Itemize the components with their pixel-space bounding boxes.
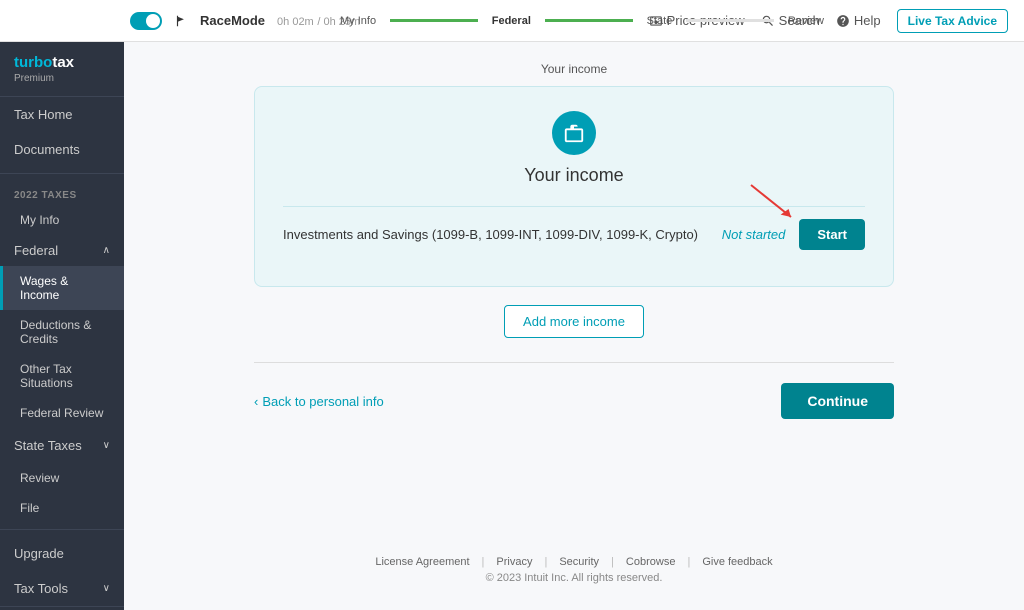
continue-button[interactable]: Continue: [781, 383, 894, 419]
back-chevron-icon: ‹: [254, 394, 258, 409]
race-mode-label: RaceMode: [200, 13, 265, 28]
logo-text: turbotax: [14, 54, 110, 71]
step-federal: Federal: [492, 15, 531, 27]
income-row-label: Investments and Savings (1099-B, 1099-IN…: [283, 227, 698, 242]
help-label: Help: [854, 13, 881, 28]
footer-link-license[interactable]: License Agreement: [375, 556, 469, 568]
not-started-label: Not started: [722, 227, 786, 242]
back-label: Back to personal info: [262, 394, 383, 409]
race-mode-toggle[interactable]: [130, 12, 162, 30]
state-taxes-chevron: ∨: [103, 440, 110, 451]
back-to-personal-info-link[interactable]: ‹ Back to personal info: [254, 394, 384, 409]
help-link[interactable]: Help: [836, 13, 881, 28]
red-arrow-annotation: [745, 181, 805, 221]
progress-nav: My Info Federal State Review: [340, 15, 824, 27]
sidebar-item-review[interactable]: Review: [0, 463, 124, 493]
income-row: Investments and Savings (1099-B, 1099-IN…: [283, 206, 865, 262]
footer-copyright: © 2023 Intuit Inc. All rights reserved.: [375, 572, 772, 584]
sidebar-item-tax-tools[interactable]: Tax Tools ∨: [0, 571, 124, 606]
sidebar-bottom: Intuit Account Cambiar a español Sign Ou…: [0, 606, 124, 610]
sidebar-logo: turbotax Premium: [0, 42, 124, 97]
sidebar-item-state-taxes[interactable]: State Taxes ∨: [0, 428, 124, 463]
step-state: State: [647, 15, 673, 27]
live-tax-advice-button[interactable]: Live Tax Advice: [897, 9, 1008, 33]
logo-sub: Premium: [14, 73, 110, 84]
race-mode-icon: [174, 14, 188, 28]
main-layout: turbotax Premium Tax Home Documents 2022…: [0, 42, 1024, 610]
sidebar: turbotax Premium Tax Home Documents 2022…: [0, 42, 124, 610]
sidebar-item-upgrade[interactable]: Upgrade: [0, 536, 124, 571]
start-button[interactable]: Start: [799, 219, 865, 250]
footer-link-security[interactable]: Security: [559, 556, 599, 568]
sidebar-item-file[interactable]: File: [0, 493, 124, 523]
sidebar-item-myinfo[interactable]: My Info: [0, 205, 124, 235]
footer-links: License Agreement | Privacy | Security |…: [375, 556, 772, 568]
income-card: Your income Investments and Savings (109…: [254, 86, 894, 287]
federal-chevron: ∧: [103, 245, 110, 256]
income-row-right: Not started Start: [722, 219, 865, 250]
step-myinfo: My Info: [340, 15, 376, 27]
sidebar-item-deductions[interactable]: Deductions & Credits: [0, 310, 124, 354]
income-card-title: Your income: [524, 165, 623, 186]
top-bar: RaceMode 0h 02m / 0h 25m My Info Federal…: [0, 0, 1024, 42]
sidebar-section-2022taxes: 2022 TAXES: [0, 180, 124, 205]
bottom-nav: ‹ Back to personal info Continue: [254, 383, 894, 419]
income-icon-circle: [552, 111, 596, 155]
step-review: Review: [788, 15, 824, 27]
race-mode-section: RaceMode 0h 02m / 0h 25m: [130, 12, 360, 30]
page-title-small: Your income: [541, 62, 607, 76]
sidebar-item-wages-income[interactable]: Wages & Income: [0, 266, 124, 310]
progress-line-1: [390, 19, 478, 22]
timer-value: 0h 02m: [277, 16, 314, 28]
footer-link-feedback[interactable]: Give feedback: [702, 556, 772, 568]
footer-link-privacy[interactable]: Privacy: [496, 556, 532, 568]
income-card-header: Your income: [283, 111, 865, 186]
add-more-income-button[interactable]: Add more income: [504, 305, 644, 338]
progress-line-2: [545, 19, 633, 22]
tax-tools-chevron: ∨: [103, 583, 110, 594]
footer-link-cobrowse[interactable]: Cobrowse: [626, 556, 676, 568]
sidebar-item-federal-review[interactable]: Federal Review: [0, 398, 124, 428]
sidebar-item-documents[interactable]: Documents: [0, 132, 124, 167]
sidebar-item-tax-home[interactable]: Tax Home: [0, 97, 124, 132]
sidebar-item-federal[interactable]: Federal ∧: [0, 235, 124, 266]
footer: License Agreement | Privacy | Security |…: [375, 544, 772, 590]
section-divider: [254, 362, 894, 363]
sidebar-item-other-tax[interactable]: Other Tax Situations: [0, 354, 124, 398]
main-content: Your income Your income Investments and …: [124, 42, 1024, 610]
progress-line-3: [686, 19, 774, 22]
